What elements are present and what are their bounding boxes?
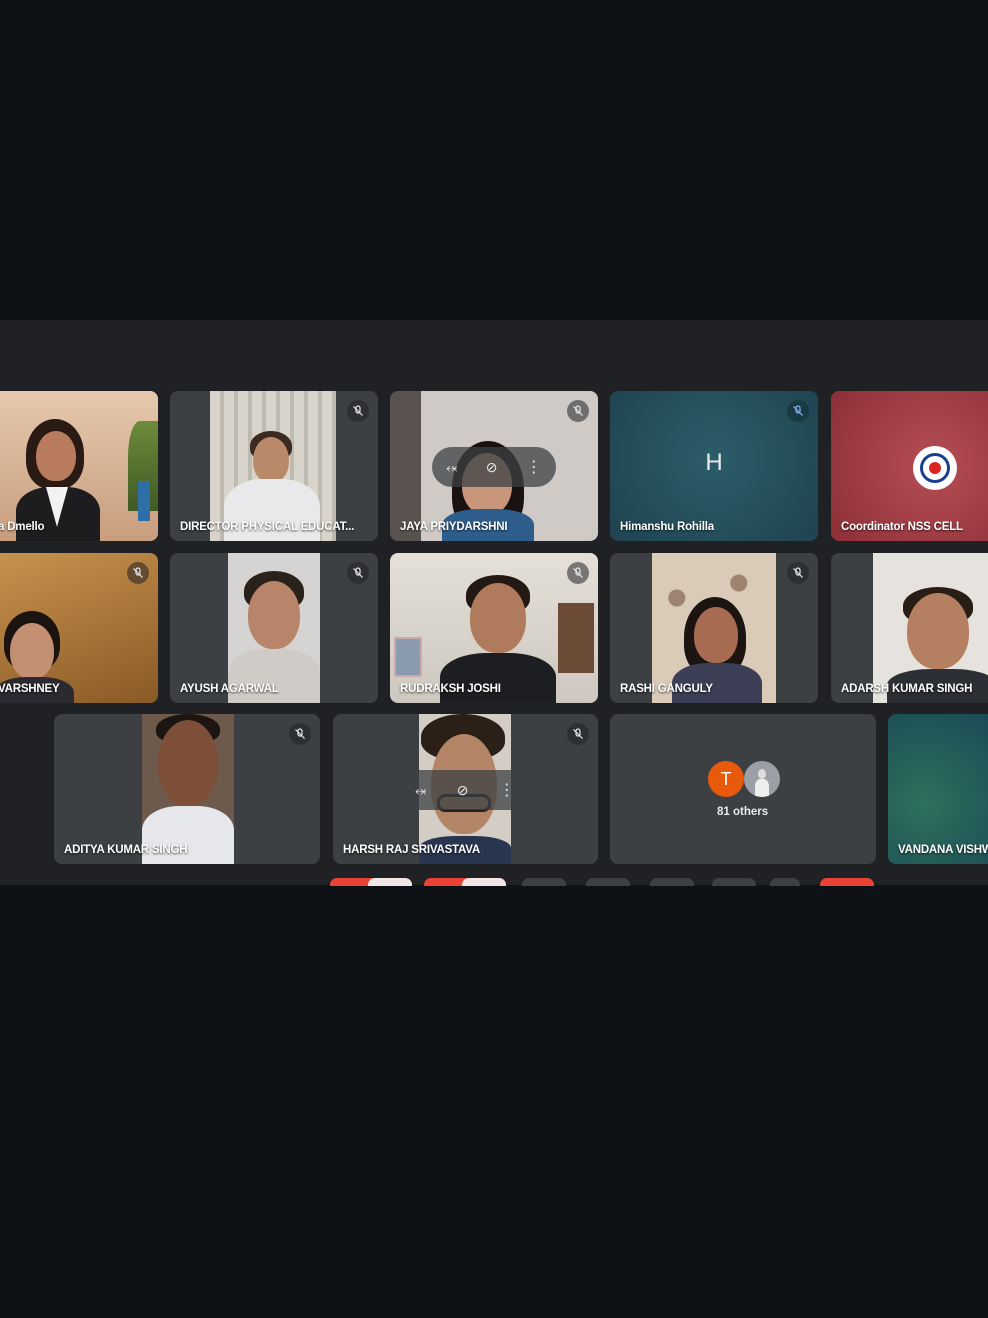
video-feed — [0, 391, 158, 541]
video-feed — [652, 553, 776, 703]
participant-tile[interactable]: DIRECTOR PHYSICAL EDUCAT... — [170, 391, 378, 541]
page-backdrop-bottom — [0, 886, 988, 1318]
participant-name: VANDANA VISHW — [898, 844, 988, 856]
video-feed — [210, 391, 336, 541]
participant-tile[interactable]: RUDRAKSH JOSHI — [390, 553, 598, 703]
mic-off-icon — [567, 400, 589, 422]
tile-hover-controls: ⬾ ⊘ ⋮ — [400, 770, 530, 810]
call-controls-bar — [0, 878, 988, 892]
participant-name: Himanshu Rohilla — [620, 521, 714, 533]
tile-hover-controls: ⬾ ⊘ ⋮ — [432, 447, 556, 487]
participant-tile[interactable]: H Himanshu Rohilla — [610, 391, 818, 541]
avatar-t: T — [708, 761, 744, 797]
participant-tile[interactable]: ADARSH KUMAR SINGH — [831, 553, 988, 703]
video-feed — [873, 553, 988, 703]
participant-tile[interactable]: VANDANA VISHW — [888, 714, 988, 864]
participant-name: AYUSH AGARWAL — [180, 683, 279, 695]
mic-off-icon — [787, 400, 809, 422]
participant-tile[interactable]: VARSHNEY — [0, 553, 158, 703]
video-feed — [228, 553, 320, 703]
meeting-grid: a Dmello DIRECTOR PHYSICAL EDUCAT... ⬾ ⊘… — [0, 320, 988, 885]
participant-name: JAYA PRIYDARSHNI — [400, 521, 508, 533]
mic-off-icon — [347, 562, 369, 584]
mic-off-icon — [567, 562, 589, 584]
mic-off-icon — [787, 562, 809, 584]
pin-icon[interactable]: ⬾ — [446, 459, 457, 476]
mic-off-icon: ⊘ — [485, 458, 498, 475]
mic-off-icon — [289, 723, 311, 745]
participant-tile[interactable]: a Dmello — [0, 391, 158, 541]
nss-logo-icon — [913, 446, 957, 490]
participant-name: ADARSH KUMAR SINGH — [841, 683, 973, 695]
avatar-letter: H — [705, 449, 723, 477]
participant-name: RASHI GANGULY — [620, 683, 713, 695]
more-vert-icon[interactable]: ⋮ — [526, 457, 542, 477]
participant-name: a Dmello — [0, 521, 45, 533]
others-tile[interactable]: T 81 others — [610, 714, 876, 864]
participant-tile[interactable]: Coordinator NSS CELL — [831, 391, 988, 541]
participant-tile[interactable]: ⬾ ⊘ ⋮ JAYA PRIYDARSHNI — [390, 391, 598, 541]
participant-name: DIRECTOR PHYSICAL EDUCAT... — [180, 521, 355, 533]
participant-tile[interactable]: RASHI GANGULY — [610, 553, 818, 703]
pin-icon[interactable]: ⬾ — [415, 782, 426, 799]
participant-tile[interactable]: ADITYA KUMAR SINGH — [54, 714, 320, 864]
mic-off-icon — [347, 400, 369, 422]
mic-off-icon: ⊘ — [456, 781, 469, 798]
participant-name: RUDRAKSH JOSHI — [400, 683, 501, 695]
mic-off-icon — [127, 562, 149, 584]
participant-name: Coordinator NSS CELL — [841, 521, 963, 533]
participant-name: ADITYA KUMAR SINGH — [64, 844, 188, 856]
participant-name: VARSHNEY — [0, 683, 60, 695]
participant-name: HARSH RAJ SRIVASTAVA — [343, 844, 480, 856]
avatar-photo-icon — [744, 761, 780, 797]
video-feed — [142, 714, 234, 864]
more-vert-icon[interactable]: ⋮ — [499, 780, 515, 800]
mic-off-icon — [567, 723, 589, 745]
participant-tile[interactable]: AYUSH AGARWAL — [170, 553, 378, 703]
others-count: 81 others — [717, 806, 769, 818]
participant-tile[interactable]: ⬾ ⊘ ⋮ HARSH RAJ SRIVASTAVA — [333, 714, 598, 864]
